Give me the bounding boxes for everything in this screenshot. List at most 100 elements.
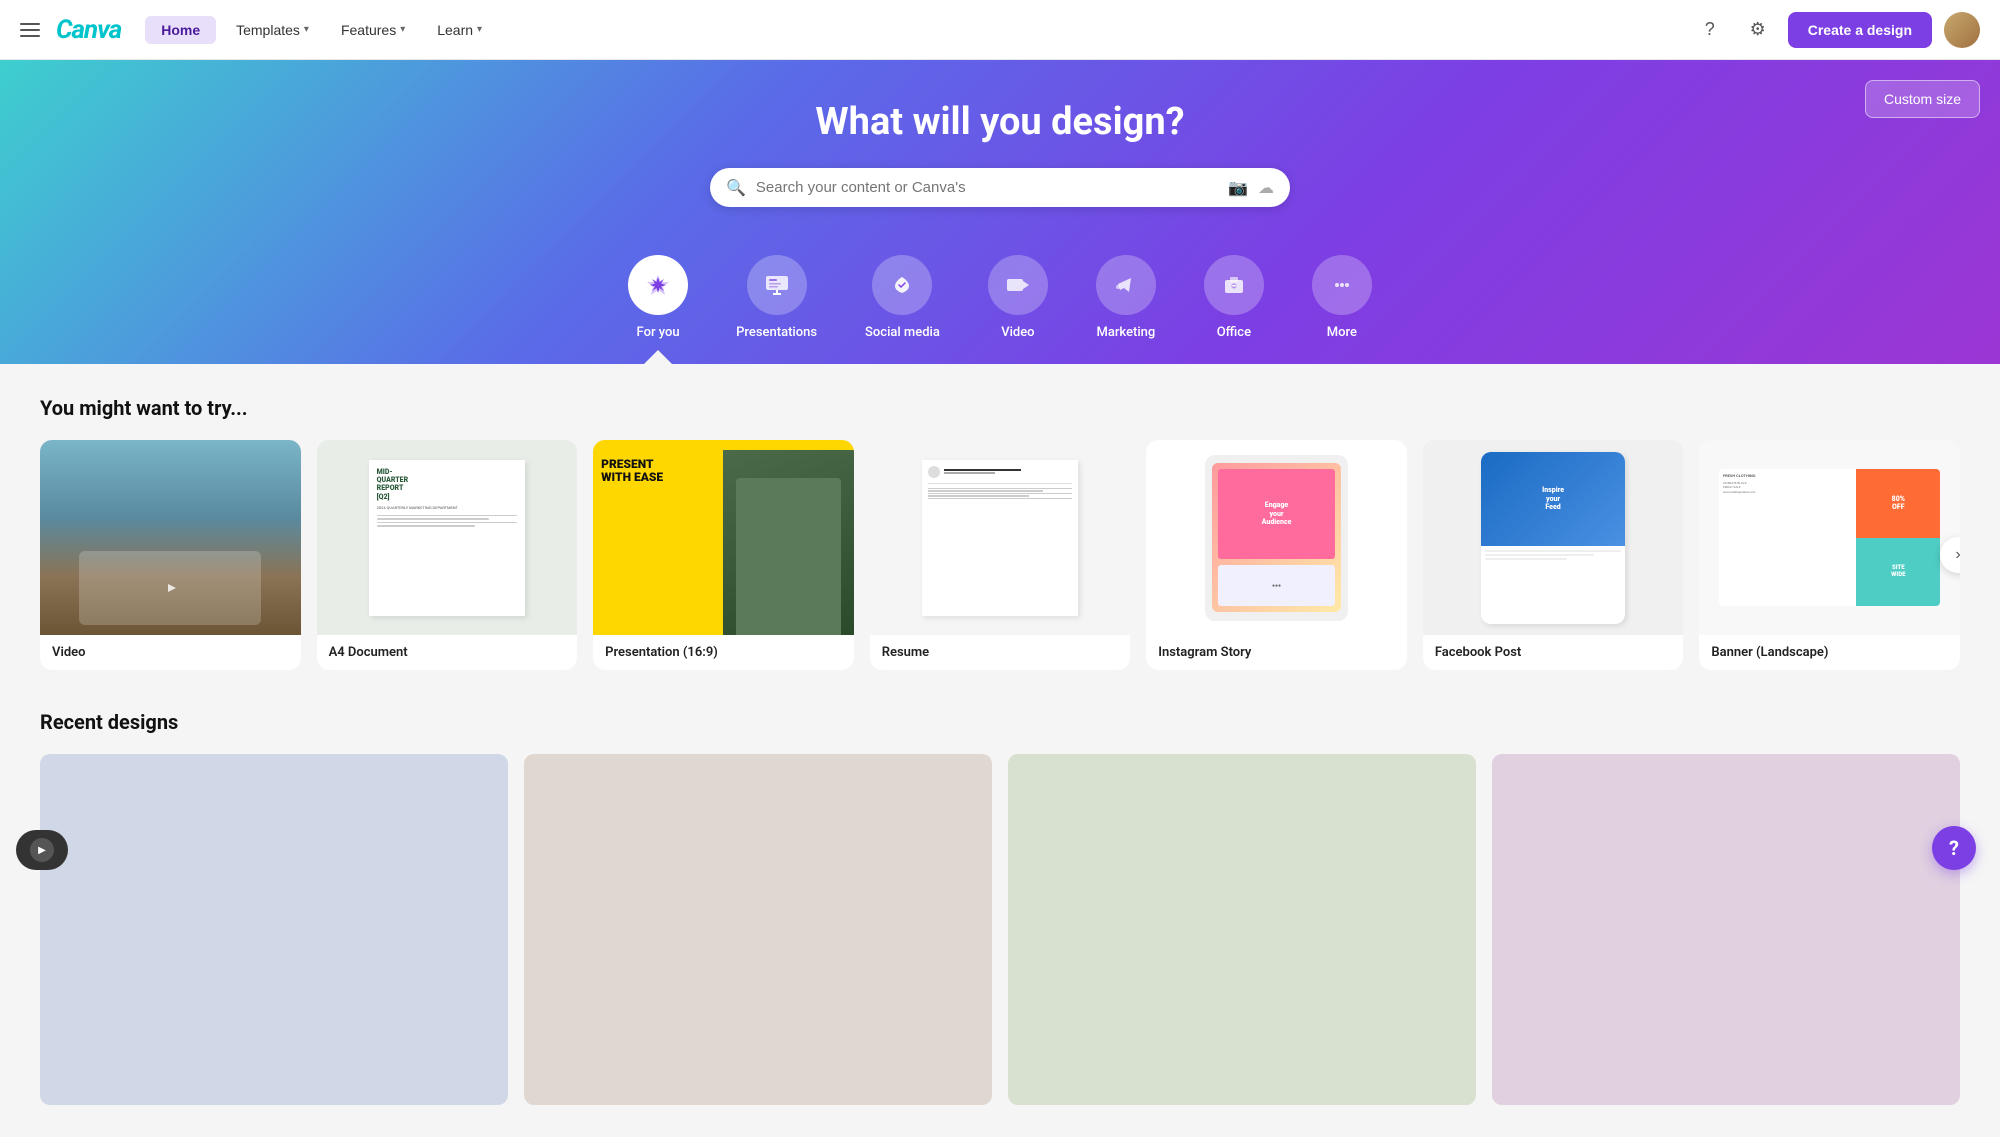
templates-chevron-icon: ▾ [304,24,309,35]
card-instagram-thumb: Engage your Audience ●●● [1146,440,1407,635]
learn-chevron-icon: ▾ [477,24,482,35]
category-marketing[interactable]: Marketing [1072,239,1180,364]
custom-size-button[interactable]: Custom size [1865,80,1980,118]
thumb-insta-content: Engage your Audience ●●● [1212,463,1341,612]
search-right-icons: 📷 ☁ [1228,178,1274,197]
recent-section-title: Recent designs [40,710,1960,734]
card-instagram[interactable]: Engage your Audience ●●● [1146,440,1407,670]
avatar-image [1944,12,1980,48]
try-cards-row: Video MID- QUARTER REPORT [Q2] 2024 Q [40,440,1960,670]
card-instagram-label: Instagram Story [1146,635,1407,670]
presentations-label: Presentations [736,325,817,340]
settings-icon-button[interactable]: ⚙ [1740,12,1776,48]
recent-section: Recent designs [40,710,1960,1105]
video-bubble[interactable]: ▶ [16,830,68,870]
thumb-resume-bg [870,440,1131,635]
camera-icon[interactable]: 📷 [1228,178,1248,197]
features-nav-button[interactable]: Features ▾ [329,16,417,44]
try-section-title: You might want to try... [40,396,1960,420]
card-a4[interactable]: MID- QUARTER REPORT [Q2] 2024 QUARTERLY … [317,440,578,670]
office-label: Office [1217,325,1251,340]
marketing-label: Marketing [1096,325,1155,340]
thumb-insta-bg: Engage your Audience ●●● [1146,440,1407,635]
presentations-icon-circle [747,255,807,315]
thumb-a4-paper: MID- QUARTER REPORT [Q2] 2024 QUARTERLY … [369,460,525,616]
canva-logo[interactable]: Canva [56,15,121,45]
category-more[interactable]: More [1288,239,1396,364]
card-presentation[interactable]: PRESENT WITH EASE Presentation (16:9) [593,440,854,670]
recent-design-2[interactable] [524,754,992,1105]
card-banner-label: Banner (Landscape) [1699,635,1960,670]
for-you-label: For you [637,325,680,340]
templates-nav-button[interactable]: Templates ▾ [224,16,321,44]
video-label: Video [1001,325,1034,340]
search-bar: 🔍 📷 ☁ [710,168,1290,207]
thumb-pres-bg: PRESENT WITH EASE [593,440,854,635]
card-video[interactable]: Video [40,440,301,670]
thumb-video-bg [40,440,301,635]
card-a4-thumb: MID- QUARTER REPORT [Q2] 2024 QUARTERLY … [317,440,578,635]
thumb-fb-blue-section: Inspire your Feed [1481,452,1624,547]
more-label: More [1327,325,1357,340]
search-bar-wrapper: 🔍 📷 ☁ [20,168,1980,207]
thumb-fb-bg: Inspire your Feed [1423,440,1684,635]
video-landscape [40,440,301,635]
card-presentation-label: Presentation (16:9) [593,635,854,670]
thumb-fb-phone: Inspire your Feed [1481,452,1624,624]
social-media-icon-circle [872,255,932,315]
menu-icon[interactable] [20,23,40,37]
category-presentations[interactable]: Presentations [712,239,841,364]
navbar: Canva Home Templates ▾ Features ▾ Learn … [0,0,2000,60]
card-banner-thumb: FRESH CLOTHING ULTIMATE BLACKFRIDAY SALE… [1699,440,1960,635]
thumb-banner-bg: FRESH CLOTHING ULTIMATE BLACKFRIDAY SALE… [1699,440,1960,635]
category-for-you[interactable]: For you [604,239,712,364]
office-icon-circle [1204,255,1264,315]
recent-designs-row [40,754,1960,1105]
category-office[interactable]: Office [1180,239,1288,364]
social-media-label: Social media [865,325,940,340]
thumb-a4-bg: MID- QUARTER REPORT [Q2] 2024 QUARTERLY … [317,440,578,635]
card-resume[interactable]: Resume [870,440,1131,670]
recent-design-3[interactable] [1008,754,1476,1105]
hero-title: What will you design? [20,100,1980,144]
category-row: For you Presentations [20,239,1980,364]
learn-nav-button[interactable]: Learn ▾ [425,16,494,44]
thumb-resume-paper [922,460,1078,616]
marketing-icon-circle [1096,255,1156,315]
for-you-icon-circle [628,255,688,315]
main-content: You might want to try... Video [0,364,2000,1137]
thumb-insta-phone: Engage your Audience ●●● [1205,455,1348,621]
create-design-button[interactable]: Create a design [1788,12,1932,48]
navbar-left: Canva Home Templates ▾ Features ▾ Learn … [20,15,494,45]
upload-icon[interactable]: ☁ [1258,178,1274,197]
recent-design-4[interactable] [1492,754,1960,1105]
card-presentation-thumb: PRESENT WITH EASE [593,440,854,635]
try-section: You might want to try... Video [40,396,1960,670]
card-facebook-label: Facebook Post [1423,635,1684,670]
category-video[interactable]: Video [964,239,1072,364]
card-a4-label: A4 Document [317,635,578,670]
category-social-media[interactable]: Social media [841,239,964,364]
home-button[interactable]: Home [145,16,216,44]
card-facebook[interactable]: Inspire your Feed [1423,440,1684,670]
thumb-fb-blue-text: Inspire your Feed [1538,482,1568,515]
card-video-label: Video [40,635,301,670]
recent-design-1[interactable] [40,754,508,1105]
search-input[interactable] [756,179,1218,196]
features-chevron-icon: ▾ [400,24,405,35]
card-video-thumb [40,440,301,635]
help-icon-button[interactable]: ? [1692,12,1728,48]
card-resume-thumb [870,440,1131,635]
card-facebook-thumb: Inspire your Feed [1423,440,1684,635]
hero-banner: Custom size What will you design? 🔍 📷 ☁ … [0,60,2000,364]
navbar-right: ? ⚙ Create a design [1692,12,1980,48]
card-resume-label: Resume [870,635,1131,670]
more-icon-circle [1312,255,1372,315]
thumb-banner-left: FRESH CLOTHING ULTIMATE BLACKFRIDAY SALE… [1719,469,1856,606]
search-icon: 🔍 [726,178,746,197]
card-banner[interactable]: FRESH CLOTHING ULTIMATE BLACKFRIDAY SALE… [1699,440,1960,670]
help-bubble[interactable]: ? [1932,826,1976,870]
video-bubble-icon: ▶ [30,838,54,862]
avatar[interactable] [1944,12,1980,48]
video-icon-circle [988,255,1048,315]
